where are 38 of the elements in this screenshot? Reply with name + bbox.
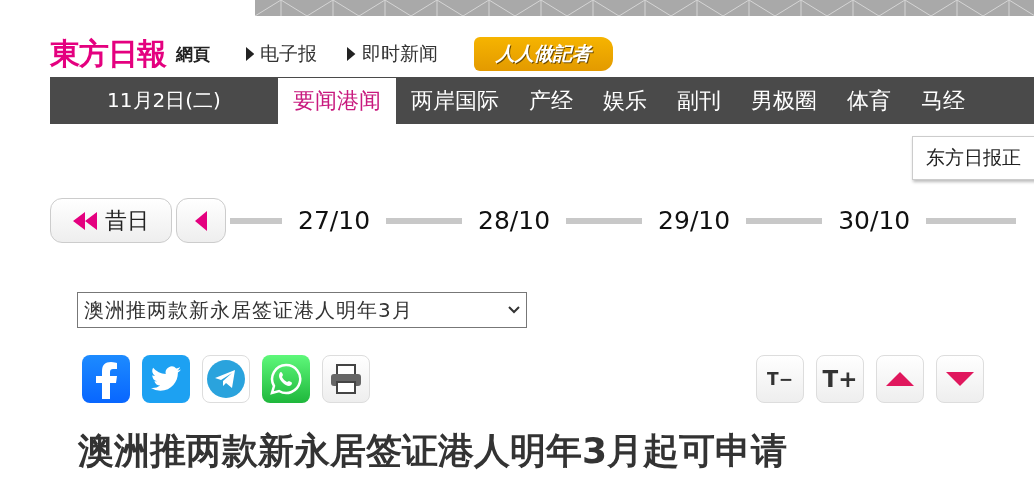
- header-link[interactable]: 即时新闻: [347, 41, 438, 67]
- date-link[interactable]: 27/10: [282, 206, 387, 235]
- print-icon[interactable]: [322, 355, 370, 403]
- nav-tab[interactable]: 副刊: [662, 77, 736, 124]
- header-link[interactable]: 电子报: [246, 41, 318, 67]
- nav-tab[interactable]: 马经: [906, 77, 980, 124]
- previous-day-button[interactable]: 昔日: [50, 198, 172, 243]
- triangle-icon: [246, 47, 255, 61]
- date-link[interactable]: 30/10: [822, 206, 927, 235]
- tooltip: 东方日报正: [912, 136, 1034, 180]
- logo[interactable]: 東方日報: [50, 33, 166, 75]
- left-triangle-icon: [195, 210, 207, 231]
- nav-tab[interactable]: 娱乐: [588, 77, 662, 124]
- nav-tab[interactable]: 男极圈: [736, 77, 832, 124]
- double-left-icon: [73, 211, 97, 230]
- scroll-down-button[interactable]: [936, 355, 984, 403]
- up-triangle-icon: [886, 372, 914, 386]
- down-triangle-icon: [946, 372, 974, 386]
- previous-button[interactable]: [176, 198, 226, 243]
- paper-plane-icon[interactable]: [202, 355, 250, 403]
- logo-subtitle: 網頁: [176, 42, 210, 66]
- article-select[interactable]: 澳洲推两款新永居签证港人明年3月: [77, 292, 527, 328]
- triangle-icon: [347, 47, 356, 61]
- chevron-down-icon: [508, 306, 520, 314]
- decrease-font-button[interactable]: T−: [756, 355, 804, 403]
- date-link[interactable]: 28/10: [462, 206, 567, 235]
- nav-tab[interactable]: 体育: [832, 77, 906, 124]
- nav-tab[interactable]: 要闻港闻: [278, 78, 396, 124]
- scroll-up-button[interactable]: [876, 355, 924, 403]
- date-link[interactable]: 29/10: [642, 206, 747, 235]
- bird-icon[interactable]: [142, 355, 190, 403]
- phone-chat-icon[interactable]: [262, 355, 310, 403]
- nav-tab[interactable]: 产经: [514, 77, 588, 124]
- nav-tab[interactable]: 两岸国际: [396, 77, 514, 124]
- increase-font-button[interactable]: T+: [816, 355, 864, 403]
- article-title: 澳洲推两款新永居签证港人明年3月起可申请: [78, 429, 789, 473]
- facebook-icon[interactable]: [82, 355, 130, 403]
- nav-date: 11月2日(二): [106, 87, 222, 114]
